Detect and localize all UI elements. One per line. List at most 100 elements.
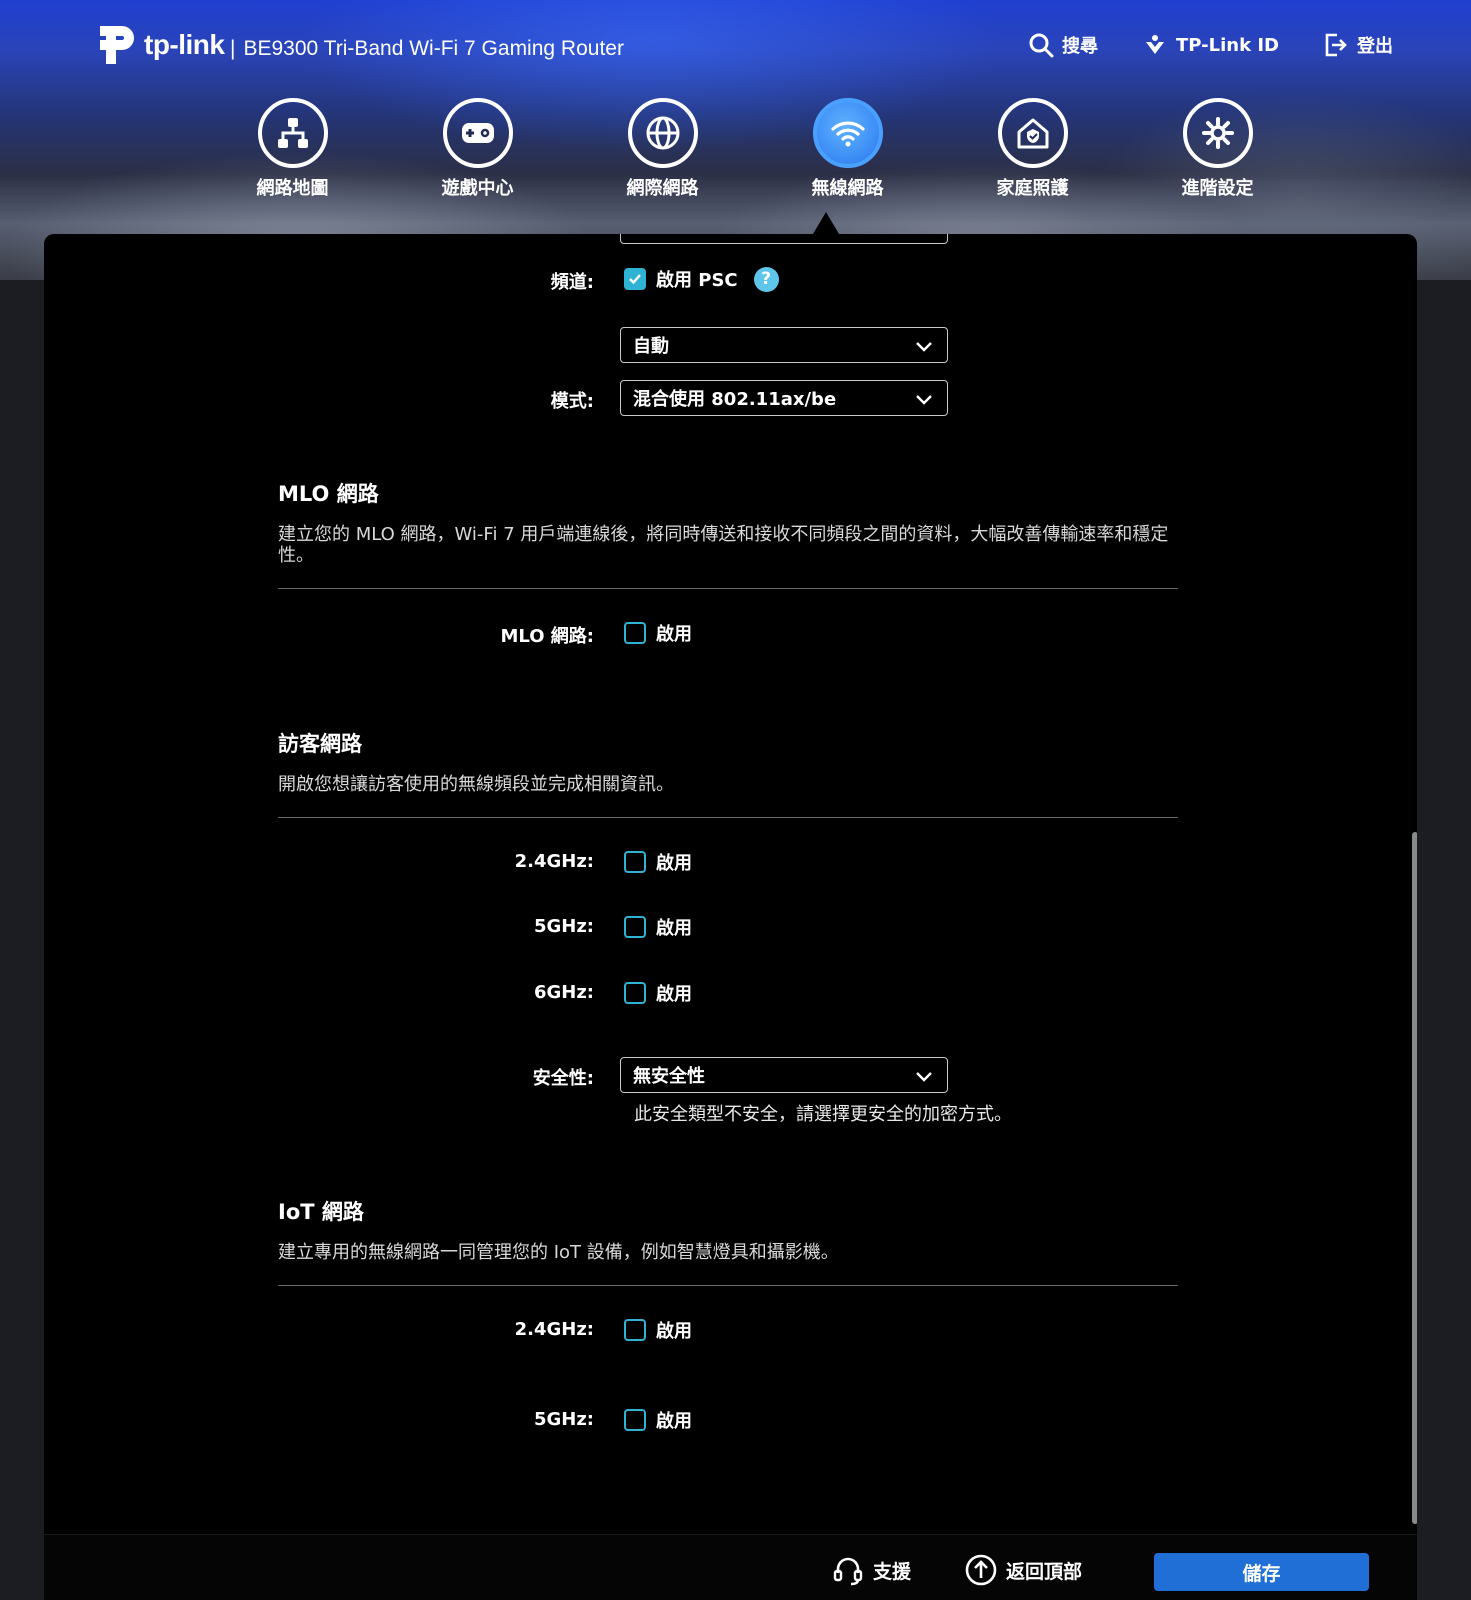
mode-value: 混合使用 802.11ax/be [633,389,837,410]
chevron-down-icon [916,342,932,352]
psc-label: 啟用 PSC [656,270,738,291]
nav-circle [1182,98,1253,168]
mlo-field-label: MLO 網路: [500,626,594,647]
guest-24ghz-row: 啟用 [624,849,692,875]
guest-section-title: 訪客網路 [278,732,362,756]
footer-bar: 支援 返回頂部 儲存 [44,1534,1417,1600]
search-icon [1029,33,1054,58]
mlo-section-title: MLO 網路 [278,482,379,506]
nav-circle [257,98,328,168]
channel-select[interactable]: 自動 [620,327,948,363]
security-select[interactable]: 無安全性 [620,1057,948,1093]
enable-label: 啟用 [656,853,692,874]
iot-24ghz-label: 2.4GHz: [514,1319,594,1340]
security-label: 安全性: [532,1068,594,1089]
title-separator: | [230,37,236,60]
back-to-top-label: 返回頂部 [1006,1560,1083,1583]
tplink-logo[interactable]: tp-link [92,20,225,70]
guest-section-desc: 開啟您想讓訪客使用的無線頻段並完成相關資訊。 [278,774,674,795]
scrollbar[interactable] [1412,832,1417,1524]
nav-circle [627,98,698,168]
main-nav: 網路地圖 遊戲中心 網際網路 無線網路 家庭照護 進階設定 [200,98,1310,200]
nav-internet[interactable]: 網際網路 [570,98,755,200]
security-warning: 此安全類型不安全，請選擇更安全的加密方式。 [634,1104,1012,1125]
psc-checkbox[interactable] [624,268,646,290]
enable-label: 啟用 [656,984,692,1005]
enable-label: 啟用 [656,1411,692,1432]
search-label: 搜尋 [1062,36,1099,57]
iot-section-title: IoT 網路 [278,1200,364,1224]
mode-label: 模式: [550,391,594,412]
guest-5ghz-row: 啟用 [624,914,692,940]
tplink-logo-icon [100,26,134,64]
logout-label: 登出 [1357,36,1393,57]
guest-24ghz-checkbox[interactable] [624,851,646,873]
product-name: BE9300 Tri-Band Wi-Fi 7 Gaming Router [243,37,624,60]
nav-circle [442,98,513,168]
nav-label: 網際網路 [626,178,699,199]
back-to-top-link[interactable]: 返回頂部 [964,1553,1082,1587]
channel-value: 自動 [633,336,669,357]
iot-24ghz-row: 啟用 [624,1317,692,1343]
headset-icon [833,1557,863,1586]
chevron-down-icon [916,1072,932,1082]
mode-select[interactable]: 混合使用 802.11ax/be [620,380,948,416]
iot-section-desc: 建立專用的無線網路一同管理您的 IoT 設備，例如智慧燈具和攝影機。 [278,1242,839,1263]
nav-advanced[interactable]: 進階設定 [1125,98,1310,200]
content-panel: 頻道: 啟用 PSC ? 自動 模式: 混合使用 802.11ax/be MLO… [44,234,1417,1600]
nav-circle [997,98,1068,168]
logout-icon [1325,33,1347,57]
guest-5ghz-label: 5GHz: [533,916,594,937]
gear-icon [1201,117,1234,149]
mlo-enable-row: 啟用 [624,620,692,646]
wifi-icon [830,121,865,147]
enable-label: 啟用 [656,1321,692,1342]
section-divider [278,1285,1178,1286]
nav-label: 遊戲中心 [441,178,514,199]
brand-name: tp-link [144,29,225,60]
nav-label: 無線網路 [811,178,884,199]
tplink-id-link[interactable]: TP-Link ID [1142,32,1279,58]
security-value: 無安全性 [633,1066,705,1087]
gamepad-icon [461,123,494,143]
help-icon[interactable]: ? [753,266,779,292]
nav-circle [812,98,883,168]
iot-5ghz-label: 5GHz: [533,1409,594,1430]
guest-24ghz-label: 2.4GHz: [514,851,594,872]
nav-label: 家庭照護 [996,178,1069,199]
product-title: | BE9300 Tri-Band Wi-Fi 7 Gaming Router [230,37,624,61]
support-label: 支援 [873,1560,912,1583]
guest-5ghz-checkbox[interactable] [624,916,646,938]
home-care-icon [1017,118,1048,149]
tplink-id-icon [1146,35,1165,54]
mlo-enable-checkbox[interactable] [624,622,646,644]
nav-wireless[interactable]: 無線網路 [755,98,940,200]
chevron-down-icon [916,395,932,405]
channel-label: 頻道: [550,272,594,293]
guest-6ghz-checkbox[interactable] [624,982,646,1004]
enable-label: 啟用 [656,624,692,645]
section-divider [278,817,1178,818]
logout-link[interactable]: 登出 [1323,32,1393,58]
nav-game-center[interactable]: 遊戲中心 [385,98,570,200]
nav-network-map[interactable]: 網路地圖 [200,98,385,200]
top-links: 搜尋 TP-Link ID 登出 [1028,32,1393,58]
save-button[interactable]: 儲存 [1154,1553,1369,1591]
guest-6ghz-row: 啟用 [624,980,692,1006]
nav-home-care[interactable]: 家庭照護 [940,98,1125,200]
nav-label: 進階設定 [1181,178,1254,199]
active-nav-pointer [813,212,839,234]
guest-6ghz-label: 6GHz: [533,982,594,1003]
previous-field-partial[interactable] [620,234,948,244]
enable-label: 啟用 [656,918,692,939]
psc-row: 啟用 PSC ? [624,266,779,292]
section-divider [278,588,1178,589]
iot-5ghz-row: 啟用 [624,1407,692,1433]
support-link[interactable]: 支援 [831,1553,911,1587]
iot-24ghz-checkbox[interactable] [624,1319,646,1341]
nav-label: 網路地圖 [256,178,329,199]
iot-5ghz-checkbox[interactable] [624,1409,646,1431]
globe-icon [646,116,679,150]
tplink-id-label: TP-Link ID [1176,34,1279,56]
search-link[interactable]: 搜尋 [1028,32,1098,58]
